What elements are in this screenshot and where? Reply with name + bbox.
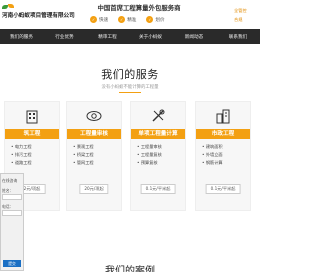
feature-label: 快速 [99, 17, 109, 23]
card-title: 市政工程 [196, 129, 250, 139]
list-item: 预算复核 [137, 159, 162, 167]
consult-heading: 在线咨询 [2, 178, 18, 183]
company-name: 河南小蚂蚁项目管理有限公司 [2, 13, 75, 19]
feature-badges: ✓ 快速 ✓ 精准 ✓ 划价 [90, 16, 165, 23]
card-list: 景观工程 桥梁工程 管网工程 [73, 143, 94, 167]
consult-panel: 在线咨询 姓名： 电话： 提交 [0, 173, 24, 271]
card-list: 电力工程 排污工程 道路工程 [11, 143, 32, 167]
feature-label: 精准 [127, 17, 137, 23]
header-right-links: 全管控 合规 [234, 6, 247, 24]
card-title: 单项工程量计算 [131, 129, 185, 139]
eye-icon [86, 111, 102, 121]
price-button[interactable]: 0.1元/平米起 [140, 184, 176, 194]
list-item: 外墙立面 [202, 151, 223, 159]
card-title: 工程量审核 [67, 129, 121, 139]
ant-logo-icon[interactable] [2, 4, 14, 10]
cases-title: 我们的案例 [105, 266, 155, 272]
fast-icon: ✓ [90, 16, 97, 23]
list-item: 电力工程 [11, 143, 32, 151]
service-card-municipal[interactable]: 市政工程 建筑面积 外墙立面 钢筋计算 0.1元/平米起 [195, 101, 251, 211]
name-field[interactable] [2, 194, 22, 200]
nav-item-advantages[interactable]: 行业优势 [43, 34, 86, 40]
feature-price: ✓ 划价 [146, 16, 165, 23]
header-link-1[interactable]: 全管控 [234, 6, 247, 15]
service-card-calc[interactable]: 单项工程量计算 工程量审核 工程量复核 预算复核 0.1元/平米起 [130, 101, 186, 211]
site-header: 河南小蚂蚁项目管理有限公司 中国首席工程算量外包服务商 ✓ 快速 ✓ 精准 ✓ … [0, 0, 260, 29]
tools-icon [152, 109, 165, 122]
nav-item-services[interactable]: 我们的服务 [0, 34, 43, 40]
feature-label: 划价 [155, 17, 165, 23]
service-card-review[interactable]: 工程量审核 景观工程 桥梁工程 管网工程 20元/项起 [66, 101, 122, 211]
main-nav: 我们的服务 行业优势 精审工程 关于小蚂蚁 新闻动态 联系我们 [0, 29, 260, 44]
site-slogan: 中国首席工程算量外包服务商 [97, 4, 181, 12]
card-list: 建筑面积 外墙立面 钢筋计算 [202, 143, 223, 167]
price-button[interactable]: 20元/项起 [79, 184, 109, 194]
list-item: 建筑面积 [202, 143, 223, 151]
list-item: 工程量复核 [137, 151, 162, 159]
services-title: 我们的服务 [101, 68, 159, 81]
precise-icon: ✓ [118, 16, 126, 23]
feature-precise: ✓ 精准 [118, 16, 136, 23]
title-underline [119, 92, 141, 93]
list-item: 桥梁工程 [73, 151, 94, 159]
nav-item-review[interactable]: 精审工程 [86, 34, 129, 40]
good-price-icon: ✓ [146, 16, 154, 23]
nav-item-contact[interactable]: 联系我们 [216, 34, 260, 40]
list-item: 道路工程 [11, 159, 32, 167]
list-item: 钢筋计算 [202, 159, 223, 167]
building-icon [26, 110, 38, 124]
services-subtitle: 没有小蚂蚁不能计算的工程量 [101, 85, 159, 90]
header-link-2[interactable]: 合规 [234, 15, 247, 24]
city-icon [216, 109, 230, 124]
card-list: 工程量审核 工程量复核 预算复核 [137, 143, 162, 167]
service-cards: 筑工程 电力工程 排污工程 道路工程 2元/项起 工程量审核 景观工程 桥梁工程… [0, 101, 260, 211]
list-item: 工程量审核 [137, 143, 162, 151]
price-button[interactable]: 0.1元/平米起 [205, 184, 241, 194]
card-title: 筑工程 [5, 129, 59, 139]
nav-item-about[interactable]: 关于小蚂蚁 [129, 34, 172, 40]
list-item: 排污工程 [11, 151, 32, 159]
nav-item-news[interactable]: 新闻动态 [172, 34, 216, 40]
feature-fast: ✓ 快速 [90, 16, 108, 23]
list-item: 景观工程 [73, 143, 94, 151]
list-item: 管网工程 [73, 159, 94, 167]
phone-field[interactable] [2, 210, 22, 216]
